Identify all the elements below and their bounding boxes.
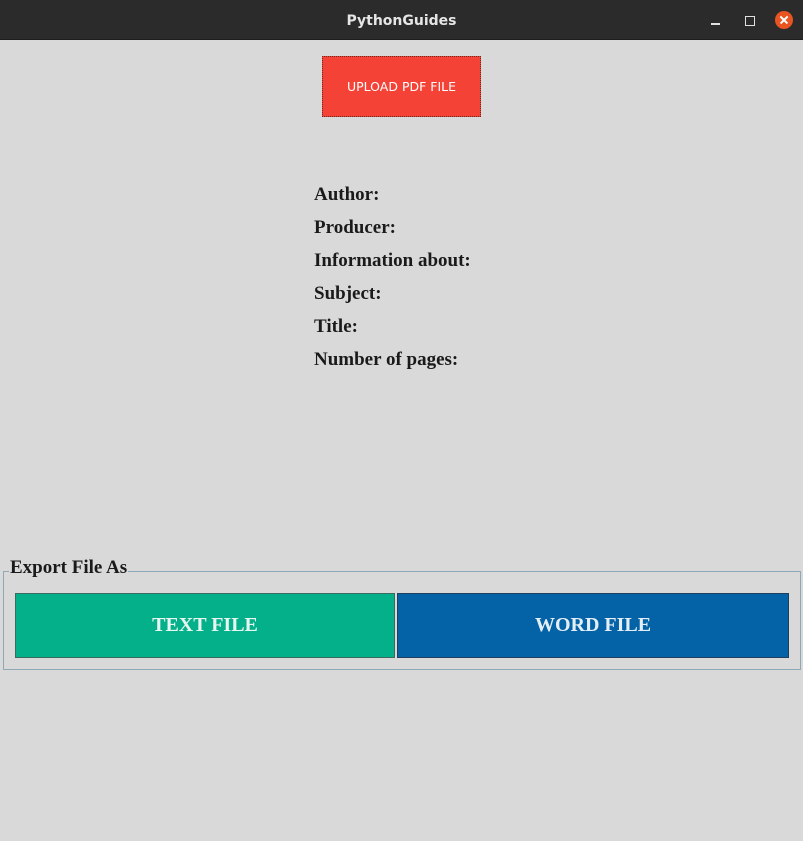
window-title: PythonGuides [346,13,457,29]
export-word-file-button[interactable]: WORD FILE [397,593,789,658]
information-about-label: Information about: [314,250,471,271]
minimize-icon[interactable] [707,11,725,29]
title-label: Title: [314,316,358,337]
upload-pdf-button[interactable]: UPLOAD PDF FILE [322,56,481,117]
maximize-icon[interactable] [741,11,759,29]
close-icon[interactable] [775,11,793,29]
export-text-file-button[interactable]: TEXT FILE [15,593,395,658]
app-window: PythonGuides UPLOAD PDF FILE Author: Pro… [0,0,803,841]
export-frame-legend: Export File As [9,557,129,579]
title-bar[interactable]: PythonGuides [0,0,803,40]
producer-label: Producer: [314,217,396,238]
number-of-pages-label: Number of pages: [314,349,459,370]
subject-label: Subject: [314,283,382,304]
pdf-info-list: Author: Producer: Information about: Sub… [314,184,471,382]
author-label: Author: [314,184,380,205]
